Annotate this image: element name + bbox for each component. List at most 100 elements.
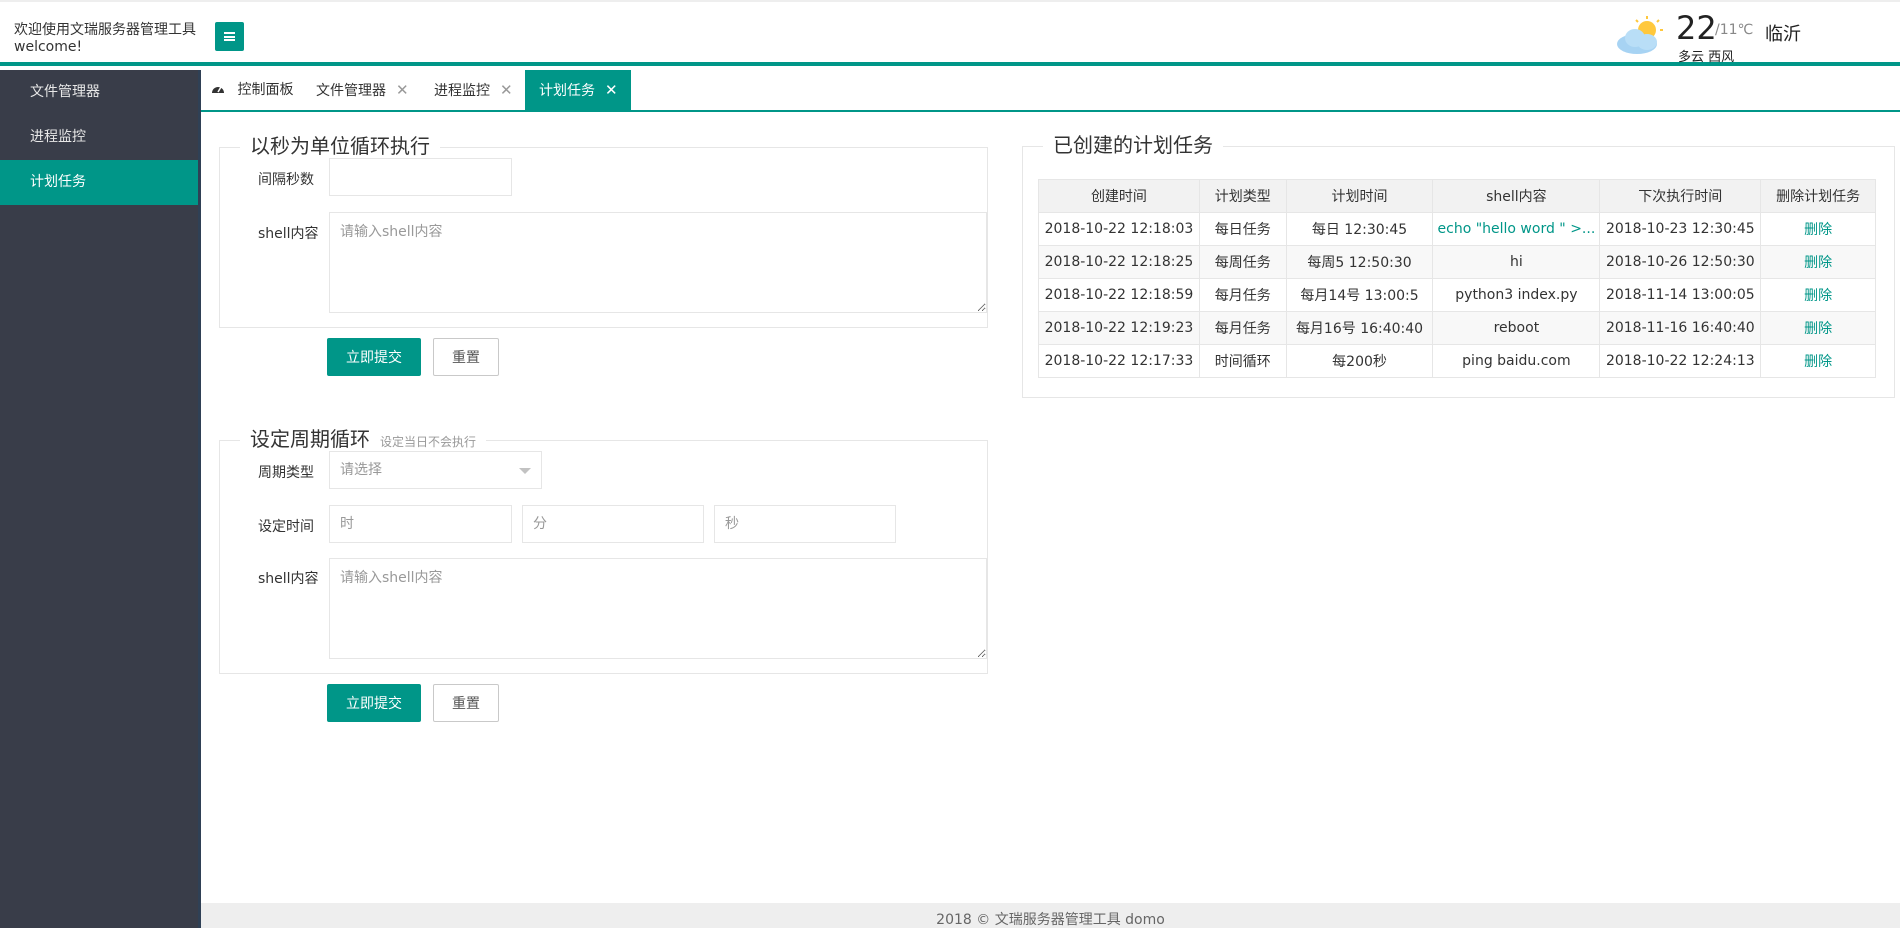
col-next: 下次执行时间 xyxy=(1599,179,1762,213)
tab-file-manager[interactable]: 文件管理器 ✕ xyxy=(316,70,419,110)
cell-shell: hi xyxy=(1432,245,1601,279)
cell-time: 每200秒 xyxy=(1285,344,1434,378)
delete-link[interactable]: 删除 xyxy=(1804,321,1832,337)
tab-label: 控制面板 xyxy=(237,82,294,98)
cell-delete: 删除 xyxy=(1760,212,1876,246)
cell-created: 2018-10-22 12:17:33 xyxy=(1038,344,1200,378)
sidebar-divider xyxy=(198,70,201,928)
set-time-label: 设定时间 xyxy=(258,519,314,535)
tab-scheduled-tasks[interactable]: 计划任务 ✕ xyxy=(525,70,631,110)
cell-time: 每周5 12:50:30 xyxy=(1285,245,1434,279)
cell-time: 每月16号 16:40:40 xyxy=(1285,311,1434,345)
welcome-subtitle: welcome! xyxy=(14,39,83,55)
cell-created: 2018-10-22 12:19:23 xyxy=(1038,311,1200,345)
table-row: 2018-10-22 12:19:23 每月任务 每月16号 16:40:40 … xyxy=(1038,311,1876,345)
cycle-type-label: 周期类型 xyxy=(258,465,314,481)
col-time: 计划时间 xyxy=(1285,179,1434,213)
table-header-row: 创建时间 计划类型 计划时间 shell内容 下次执行时间 删除计划任务 xyxy=(1038,179,1876,213)
delete-link[interactable]: 删除 xyxy=(1804,255,1832,271)
chevron-down-icon xyxy=(519,468,531,474)
partly-cloudy-icon xyxy=(1617,16,1663,54)
cycle-legend-title: 设定周期循环 xyxy=(250,427,370,451)
cycle-shell-textarea[interactable] xyxy=(329,558,987,659)
sidebar-item-file-manager[interactable]: 文件管理器 xyxy=(0,70,200,115)
delete-link[interactable]: 删除 xyxy=(1804,222,1832,238)
page-footer: 2018 © 文瑞服务器管理工具 domo xyxy=(201,903,1900,928)
minute-input[interactable] xyxy=(522,505,704,543)
cycle-submit-button[interactable]: 立即提交 xyxy=(327,684,421,722)
second-input[interactable] xyxy=(714,505,896,543)
tasks-legend: 已创建的计划任务 xyxy=(1043,133,1223,157)
col-delete: 删除计划任务 xyxy=(1760,179,1876,213)
cell-type: 每月任务 xyxy=(1198,311,1287,345)
cycle-type-select[interactable]: 请选择 xyxy=(329,451,542,489)
tab-process-monitor[interactable]: 进程监控 ✕ xyxy=(434,70,523,110)
cell-shell: reboot xyxy=(1432,311,1601,345)
welcome-title: 欢迎使用文瑞服务器管理工具 xyxy=(14,22,196,38)
cell-next: 2018-10-22 12:24:13 xyxy=(1599,344,1762,378)
cell-next: 2018-11-16 16:40:40 xyxy=(1599,311,1762,345)
cell-type: 每月任务 xyxy=(1198,278,1287,312)
cell-next: 2018-10-26 12:50:30 xyxy=(1599,245,1762,279)
close-icon[interactable]: ✕ xyxy=(605,81,618,99)
cycle-legend-note: 设定当日不会执行 xyxy=(380,435,477,449)
interval-seconds-input[interactable] xyxy=(329,158,512,196)
table-row: 2018-10-22 12:18:25 每周任务 每周5 12:50:30 hi… xyxy=(1038,245,1876,279)
delete-link[interactable]: 删除 xyxy=(1804,354,1832,370)
cell-type: 时间循环 xyxy=(1198,344,1287,378)
table-row: 2018-10-22 12:17:33 时间循环 每200秒 ping baid… xyxy=(1038,344,1876,378)
temperature: 22 xyxy=(1676,9,1717,47)
sidebar-item-process-monitor[interactable]: 进程监控 xyxy=(0,115,200,160)
col-shell: shell内容 xyxy=(1432,179,1601,213)
tab-label: 计划任务 xyxy=(539,83,595,99)
hamburger-icon xyxy=(224,32,235,41)
cell-shell: ping baidu.com xyxy=(1432,344,1601,378)
cell-delete: 删除 xyxy=(1760,311,1876,345)
interval-shell-textarea[interactable] xyxy=(329,212,987,313)
tab-dashboard[interactable]: 控制面板 xyxy=(211,70,303,110)
cell-delete: 删除 xyxy=(1760,278,1876,312)
tab-label: 进程监控 xyxy=(434,83,490,99)
cell-shell: python3 index.py xyxy=(1432,278,1601,312)
cycle-reset-button[interactable]: 重置 xyxy=(433,684,499,722)
col-created: 创建时间 xyxy=(1038,179,1200,213)
table-row: 2018-10-22 12:18:03 每日任务 每日 12:30:45 ech… xyxy=(1038,212,1876,246)
temperature-low: /11℃ xyxy=(1715,22,1754,38)
close-icon[interactable]: ✕ xyxy=(396,81,409,99)
cell-delete: 删除 xyxy=(1760,344,1876,378)
table-row: 2018-10-22 12:18:59 每月任务 每月14号 13:00:5 p… xyxy=(1038,278,1876,312)
cell-created: 2018-10-22 12:18:59 xyxy=(1038,278,1200,312)
cycle-legend: 设定周期循环 设定当日不会执行 xyxy=(240,427,487,454)
top-header: 欢迎使用文瑞服务器管理工具 welcome! 22 /11℃ 临沂 多云 西风 xyxy=(0,0,1900,66)
interval-reset-button[interactable]: 重置 xyxy=(433,338,499,376)
sidebar-item-scheduled-tasks[interactable]: 计划任务 xyxy=(0,160,200,205)
dashboard-icon xyxy=(212,86,224,93)
close-icon[interactable]: ✕ xyxy=(500,81,513,99)
delete-link[interactable]: 删除 xyxy=(1804,288,1832,304)
tasks-table: 创建时间 计划类型 计划时间 shell内容 下次执行时间 删除计划任务 201… xyxy=(1038,179,1876,378)
cell-type: 每日任务 xyxy=(1198,212,1287,246)
city-name: 临沂 xyxy=(1765,24,1801,45)
cell-next: 2018-10-23 12:30:45 xyxy=(1599,212,1762,246)
cell-next: 2018-11-14 13:00:05 xyxy=(1599,278,1762,312)
tab-label: 文件管理器 xyxy=(316,83,386,99)
menu-toggle-button[interactable] xyxy=(215,22,244,51)
cell-time: 每日 12:30:45 xyxy=(1285,212,1434,246)
cell-created: 2018-10-22 12:18:25 xyxy=(1038,245,1200,279)
interval-submit-button[interactable]: 立即提交 xyxy=(327,338,421,376)
shell-label: shell内容 xyxy=(258,226,319,242)
col-type: 计划类型 xyxy=(1198,179,1287,213)
sidebar: 文件管理器 进程监控 计划任务 xyxy=(0,70,200,928)
hour-input[interactable] xyxy=(329,505,512,543)
cell-delete: 删除 xyxy=(1760,245,1876,279)
cell-time: 每月14号 13:00:5 xyxy=(1285,278,1434,312)
cycle-type-placeholder: 请选择 xyxy=(340,462,382,478)
cycle-shell-label: shell内容 xyxy=(258,571,319,587)
cell-shell[interactable]: echo "hello word " >... xyxy=(1432,212,1601,246)
cell-type: 每周任务 xyxy=(1198,245,1287,279)
cell-created: 2018-10-22 12:18:03 xyxy=(1038,212,1200,246)
tab-bar: 控制面板 文件管理器 ✕ 进程监控 ✕ 计划任务 ✕ xyxy=(201,70,1900,112)
weather-widget: 22 /11℃ 临沂 多云 西风 xyxy=(1610,8,1880,65)
weather-condition: 多云 西风 xyxy=(1678,50,1735,65)
interval-legend: 以秒为单位循环执行 xyxy=(240,134,440,158)
